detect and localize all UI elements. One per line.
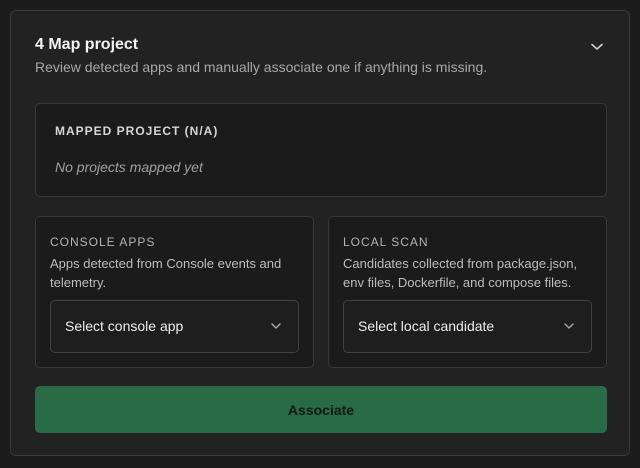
console-apps-heading: CONSOLE APPS [50, 235, 156, 249]
associate-button[interactable]: Associate [35, 386, 607, 433]
local-scan-panel: LOCAL SCAN Candidates collected from pac… [328, 216, 607, 368]
chevron-down-icon [591, 43, 603, 50]
chevron-down-icon [561, 318, 577, 334]
local-candidate-select-value: Select local candidate [358, 318, 495, 334]
mapped-empty-state: No projects mapped yet [55, 159, 203, 175]
console-apps-panel: CONSOLE APPS Apps detected from Console … [35, 216, 314, 368]
section-title: 4 Map project [35, 36, 139, 53]
console-app-select[interactable]: Select console app [50, 300, 299, 353]
chevron-down-icon [268, 318, 284, 334]
local-scan-description: Candidates collected from package.json, … [343, 256, 578, 290]
section-subtitle: Review detected apps and manually associ… [35, 59, 488, 75]
local-scan-heading: LOCAL SCAN [343, 235, 429, 249]
console-apps-description: Apps detected from Console events and te… [50, 256, 282, 290]
mapped-project-heading: MAPPED PROJECT (N/A) [55, 124, 219, 138]
local-candidate-select[interactable]: Select local candidate [343, 300, 592, 353]
collapse-button[interactable] [585, 35, 609, 59]
console-app-select-value: Select console app [65, 318, 184, 334]
map-project-card: 4 Map project Review detected apps and m… [10, 10, 630, 456]
mapped-project-panel: MAPPED PROJECT (N/A) No projects mapped … [35, 103, 607, 197]
